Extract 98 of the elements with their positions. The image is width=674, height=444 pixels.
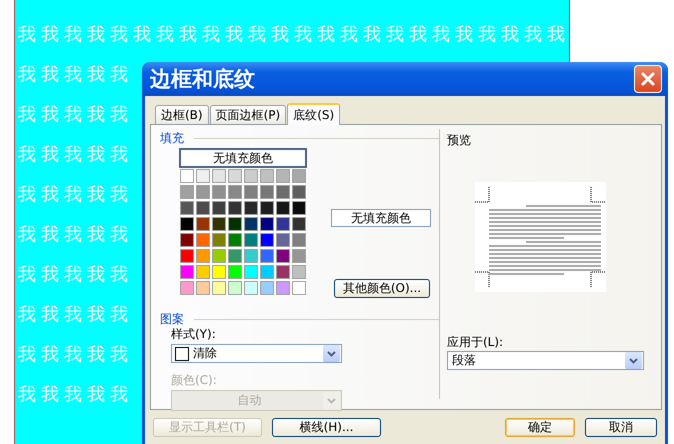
color-swatch[interactable] [179,264,195,280]
color-swatch[interactable] [259,248,275,264]
color-swatch[interactable] [227,280,243,296]
color-swatch[interactable] [227,200,243,216]
color-swatch[interactable] [179,248,195,264]
color-swatch[interactable] [179,168,195,184]
color-swatch[interactable] [227,168,243,184]
document-text: 我我我我我我我我我我我我我我我我我我我我我我我我 [18,23,569,47]
color-swatch[interactable] [275,184,291,200]
color-swatch[interactable] [291,200,307,216]
color-swatch[interactable] [211,264,227,280]
field-label: 应用于(L): [447,335,504,349]
color-swatch[interactable] [259,232,275,248]
document-text: 我我我我我 [18,183,133,207]
field-label: 颜色(C): [171,373,218,387]
document-text: 我我我我我 [18,303,133,327]
color-swatch[interactable] [291,168,307,184]
color-swatch[interactable] [179,216,195,232]
color-swatch[interactable] [291,232,307,248]
color-swatch[interactable] [195,264,211,280]
color-swatch[interactable] [275,200,291,216]
color-swatch[interactable] [227,184,243,200]
color-swatch[interactable] [275,216,291,232]
document-text: 我我我我我 [18,63,133,87]
tab[interactable]: 边框(B) [155,105,209,124]
color-swatch[interactable] [211,216,227,232]
close-icon [641,72,655,86]
color-swatch[interactable] [243,280,259,296]
color-swatch[interactable] [211,200,227,216]
group-label: 图案 [160,310,184,328]
current-color-display: 无填充颜色 [331,209,431,227]
color-swatch[interactable] [195,184,211,200]
color-swatch[interactable] [211,184,227,200]
window-title: 边框和底纹 [150,65,255,93]
color-swatch[interactable] [275,232,291,248]
no-fill-button[interactable]: 无填充颜色 [179,148,307,168]
color-swatch[interactable] [179,184,195,200]
document-text: 我我我我我 [18,103,133,127]
color-swatch[interactable] [243,168,259,184]
color-swatch[interactable] [259,200,275,216]
color-swatch[interactable] [243,216,259,232]
group-label: 填充 [160,130,184,146]
color-swatch[interactable] [259,280,275,296]
chevron-down-icon [629,358,638,364]
color-swatch[interactable] [291,264,307,280]
dialog-button[interactable]: 横线(H)... [272,418,381,437]
color-swatch[interactable] [259,184,275,200]
color-swatch[interactable] [227,264,243,280]
color-swatch[interactable] [195,168,211,184]
color-swatch[interactable] [275,264,291,280]
color-swatch[interactable] [243,248,259,264]
color-swatch[interactable] [179,280,195,296]
chevron-down-icon [327,398,336,404]
color-swatch[interactable] [275,168,291,184]
color-swatch[interactable] [243,184,259,200]
color-swatch[interactable] [259,264,275,280]
style-dropdown[interactable]: 清除 [171,344,342,363]
tab[interactable]: 页面边框(P) [210,105,286,124]
color-swatch[interactable] [275,280,291,296]
close-button[interactable] [634,65,662,93]
chevron-down-icon [327,350,336,356]
dialog-button[interactable]: 取消 [585,418,657,437]
color-swatch[interactable] [243,200,259,216]
color-swatch[interactable] [275,248,291,264]
apply-to-dropdown[interactable]: 段落 [447,351,644,370]
color-swatch[interactable] [211,168,227,184]
color-swatch[interactable] [291,248,307,264]
color-swatch[interactable] [211,280,227,296]
color-swatch[interactable] [195,216,211,232]
color-swatch[interactable] [179,232,195,248]
color-swatch[interactable] [291,184,307,200]
color-swatch[interactable] [291,216,307,232]
color-swatch[interactable] [211,248,227,264]
color-swatch[interactable] [243,264,259,280]
color-swatch[interactable] [195,200,211,216]
dialog-button[interactable]: 确定 [505,418,575,437]
color-swatch[interactable] [195,232,211,248]
pattern-swatch-icon [175,346,189,360]
color-swatch[interactable] [195,280,211,296]
document-text: 我我我我我 [18,343,133,367]
document-text: 我我我我我 [18,223,133,247]
document-text: 我我我我我 [18,143,133,167]
color-swatch[interactable] [259,168,275,184]
color-swatch[interactable] [211,232,227,248]
tab[interactable]: 底纹(S) [287,103,340,125]
more-colors-button[interactable]: 其他颜色(O)... [334,279,430,298]
preview-label: 预览 [447,133,472,147]
color-swatch[interactable] [227,232,243,248]
color-swatch[interactable] [227,216,243,232]
color-swatch[interactable] [243,232,259,248]
document-text: 我我我我我 [18,263,133,287]
field-label: 样式(Y): [171,327,217,341]
color-swatch[interactable] [195,248,211,264]
color-swatch[interactable] [291,280,307,296]
document-text: 我我我我我 [18,383,133,407]
color-swatch[interactable] [179,200,195,216]
color-swatch[interactable] [227,248,243,264]
color-swatch[interactable] [259,216,275,232]
